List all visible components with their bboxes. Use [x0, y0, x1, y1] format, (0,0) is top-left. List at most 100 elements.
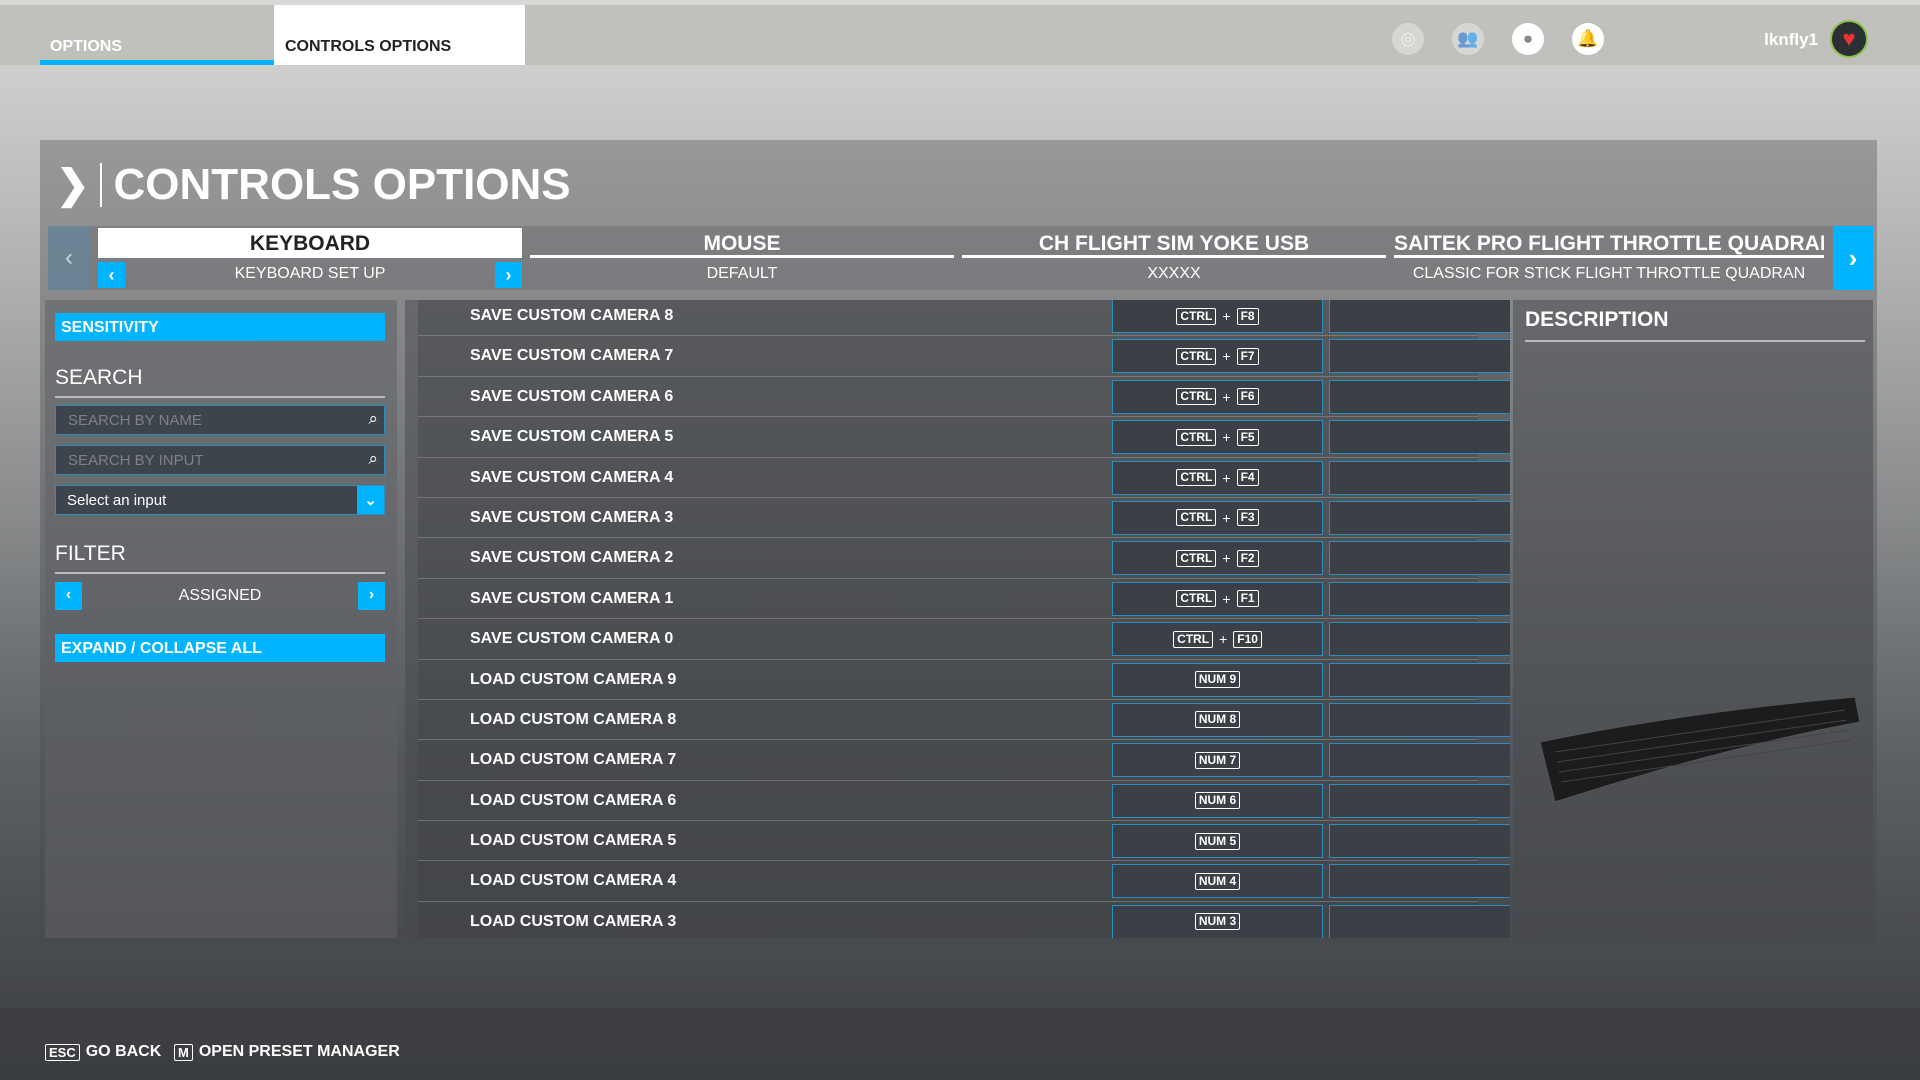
- chevron-down-icon: ⌄: [357, 486, 384, 514]
- secondary-binding-slot[interactable]: [1329, 904, 1510, 938]
- binding-label: SAVE CUSTOM CAMERA 4: [470, 468, 674, 486]
- go-back-button[interactable]: ESC GO BACK: [45, 1043, 161, 1061]
- secondary-binding-slot[interactable]: [1329, 379, 1510, 414]
- binding-row[interactable]: LOAD CUSTOM CAMERA 3 NUM 3: [418, 901, 1510, 938]
- device-tab-keyboard[interactable]: KEYBOARD KEYBOARD SET UP ‹ ›: [98, 228, 522, 290]
- binding-row[interactable]: SAVE CUSTOM CAMERA 2 CTRL + F2: [418, 538, 1510, 579]
- open-preset-manager-button[interactable]: M OPEN PRESET MANAGER: [174, 1043, 400, 1061]
- primary-binding-slot[interactable]: NUM 9: [1112, 662, 1323, 697]
- binding-label: SAVE CUSTOM CAMERA 5: [470, 428, 674, 446]
- preset-next-button[interactable]: ›: [495, 262, 522, 288]
- binding-row[interactable]: SAVE CUSTOM CAMERA 0 CTRL + F10: [418, 619, 1510, 660]
- binding-row[interactable]: SAVE CUSTOM CAMERA 6 CTRL + F6: [418, 376, 1510, 418]
- binding-label: LOAD CUSTOM CAMERA 9: [470, 670, 677, 688]
- plus-sign: +: [1222, 429, 1231, 446]
- expand-collapse-all-button[interactable]: EXPAND / COLLAPSE ALL: [55, 634, 385, 662]
- key-cap: CTRL: [1176, 509, 1217, 527]
- primary-binding-slot[interactable]: NUM 7: [1112, 743, 1323, 778]
- primary-binding-slot[interactable]: NUM 4: [1112, 864, 1323, 899]
- activity-icon[interactable]: ◎: [1392, 23, 1424, 55]
- device-preset: CLASSIC FOR STICK FLIGHT THROTTLE QUADRA…: [1412, 265, 1806, 282]
- binding-label: SAVE CUSTOM CAMERA 3: [470, 508, 674, 526]
- primary-binding-slot[interactable]: NUM 8: [1112, 702, 1323, 737]
- secondary-binding-slot[interactable]: [1329, 743, 1510, 778]
- device-preset: DEFAULT: [706, 265, 778, 282]
- key-cap: CTRL: [1176, 347, 1217, 365]
- key-cap: NUM 4: [1194, 872, 1241, 890]
- secondary-binding-slot[interactable]: [1329, 824, 1510, 859]
- secondary-binding-slot[interactable]: [1329, 864, 1510, 899]
- secondary-binding-slot[interactable]: [1329, 500, 1510, 535]
- secondary-binding-slot[interactable]: [1329, 420, 1510, 455]
- tab-options[interactable]: OPTIONS: [40, 5, 274, 65]
- primary-binding-slot[interactable]: CTRL + F1: [1112, 581, 1323, 616]
- secondary-binding-slot[interactable]: [1329, 622, 1510, 657]
- profile-icon[interactable]: ●: [1512, 23, 1544, 55]
- secondary-binding-slot[interactable]: [1329, 783, 1510, 818]
- top-bar: OPTIONS CONTROLS OPTIONS ◎ 👥 ● 🔔 lknfly1…: [0, 5, 1920, 65]
- select-input-dropdown[interactable]: Select an input ⌄: [55, 485, 385, 515]
- filter-prev-button[interactable]: ‹: [55, 582, 82, 610]
- device-tab-mouse[interactable]: MOUSE DEFAULT: [530, 228, 954, 290]
- friends-icon[interactable]: 👥: [1452, 23, 1484, 55]
- binding-row[interactable]: LOAD CUSTOM CAMERA 7 NUM 7: [418, 740, 1510, 781]
- binding-row[interactable]: LOAD CUSTOM CAMERA 9 NUM 9: [418, 659, 1510, 700]
- binding-row[interactable]: SAVE CUSTOM CAMERA 4 CTRL + F4: [418, 457, 1510, 498]
- chevron-right-icon: ❯: [56, 163, 90, 207]
- preset-prev-button[interactable]: ‹: [98, 262, 125, 288]
- primary-binding-slot[interactable]: NUM 5: [1112, 824, 1323, 859]
- primary-binding-slot[interactable]: CTRL + F6: [1112, 379, 1323, 414]
- device-prev-button[interactable]: ‹: [48, 226, 90, 290]
- binding-row[interactable]: LOAD CUSTOM CAMERA 8 NUM 8: [418, 699, 1510, 741]
- primary-binding-slot[interactable]: NUM 6: [1112, 783, 1323, 818]
- tab-controls-options[interactable]: CONTROLS OPTIONS: [274, 5, 525, 65]
- binding-row[interactable]: LOAD CUSTOM CAMERA 6 NUM 6: [418, 780, 1510, 822]
- sensitivity-button[interactable]: SENSITIVITY: [55, 313, 385, 341]
- key-cap: F10: [1233, 630, 1262, 648]
- key-cap: F3: [1236, 509, 1259, 527]
- binding-row[interactable]: SAVE CUSTOM CAMERA 5 CTRL + F5: [418, 417, 1510, 458]
- device-tab-yoke[interactable]: CH FLIGHT SIM YOKE USB XXXXX: [962, 228, 1386, 290]
- binding-label: LOAD CUSTOM CAMERA 8: [470, 710, 677, 728]
- binding-row[interactable]: LOAD CUSTOM CAMERA 5 NUM 5: [418, 821, 1510, 862]
- device-name: SAITEK PRO FLIGHT THROTTLE QUADRAN: [1394, 228, 1824, 258]
- plus-sign: +: [1222, 509, 1231, 526]
- secondary-binding-slot[interactable]: [1329, 581, 1510, 616]
- primary-binding-slot[interactable]: NUM 3: [1112, 904, 1323, 938]
- filter-next-button[interactable]: ›: [358, 582, 385, 610]
- plus-sign: +: [1222, 348, 1231, 365]
- primary-binding-slot[interactable]: CTRL + F2: [1112, 541, 1323, 576]
- notifications-icon[interactable]: 🔔: [1572, 23, 1604, 55]
- key-cap: F5: [1236, 428, 1259, 446]
- binding-row[interactable]: SAVE CUSTOM CAMERA 1 CTRL + F1: [418, 578, 1510, 620]
- primary-binding-slot[interactable]: CTRL + F7: [1112, 339, 1323, 374]
- secondary-binding-slot[interactable]: [1329, 339, 1510, 374]
- binding-row[interactable]: SAVE CUSTOM CAMERA 8 CTRL + F8: [418, 300, 1510, 337]
- key-cap: F2: [1236, 549, 1259, 567]
- secondary-binding-slot[interactable]: [1329, 702, 1510, 737]
- secondary-binding-slot[interactable]: [1329, 300, 1510, 333]
- binding-label: LOAD CUSTOM CAMERA 4: [470, 872, 677, 890]
- binding-row[interactable]: SAVE CUSTOM CAMERA 7 CTRL + F7: [418, 336, 1510, 377]
- binding-label: SAVE CUSTOM CAMERA 0: [470, 630, 674, 648]
- primary-binding-slot[interactable]: CTRL + F10: [1112, 622, 1323, 657]
- username[interactable]: lknfly1: [1764, 30, 1818, 50]
- primary-binding-slot[interactable]: CTRL + F3: [1112, 500, 1323, 535]
- search-by-name-input[interactable]: SEARCH BY NAME ⌕: [55, 405, 385, 435]
- secondary-binding-slot[interactable]: [1329, 460, 1510, 495]
- secondary-binding-slot[interactable]: [1329, 541, 1510, 576]
- key-cap: F1: [1236, 590, 1259, 608]
- binding-label: SAVE CUSTOM CAMERA 6: [470, 387, 674, 405]
- binding-row[interactable]: SAVE CUSTOM CAMERA 3 CTRL + F3: [418, 497, 1510, 539]
- primary-binding-slot[interactable]: CTRL + F4: [1112, 460, 1323, 495]
- device-next-button[interactable]: ›: [1833, 226, 1873, 290]
- search-by-input-input[interactable]: SEARCH BY INPUT ⌕: [55, 445, 385, 475]
- avatar[interactable]: ♥: [1830, 20, 1868, 58]
- secondary-binding-slot[interactable]: [1329, 662, 1510, 697]
- primary-binding-slot[interactable]: CTRL + F8: [1112, 300, 1323, 333]
- device-tab-throttle[interactable]: SAITEK PRO FLIGHT THROTTLE QUADRAN CLASS…: [1394, 228, 1824, 290]
- primary-binding-slot[interactable]: CTRL + F5: [1112, 420, 1323, 455]
- binding-row[interactable]: LOAD CUSTOM CAMERA 4 NUM 4: [418, 861, 1510, 902]
- plus-sign: +: [1222, 550, 1231, 567]
- esc-key-icon: ESC: [45, 1043, 80, 1061]
